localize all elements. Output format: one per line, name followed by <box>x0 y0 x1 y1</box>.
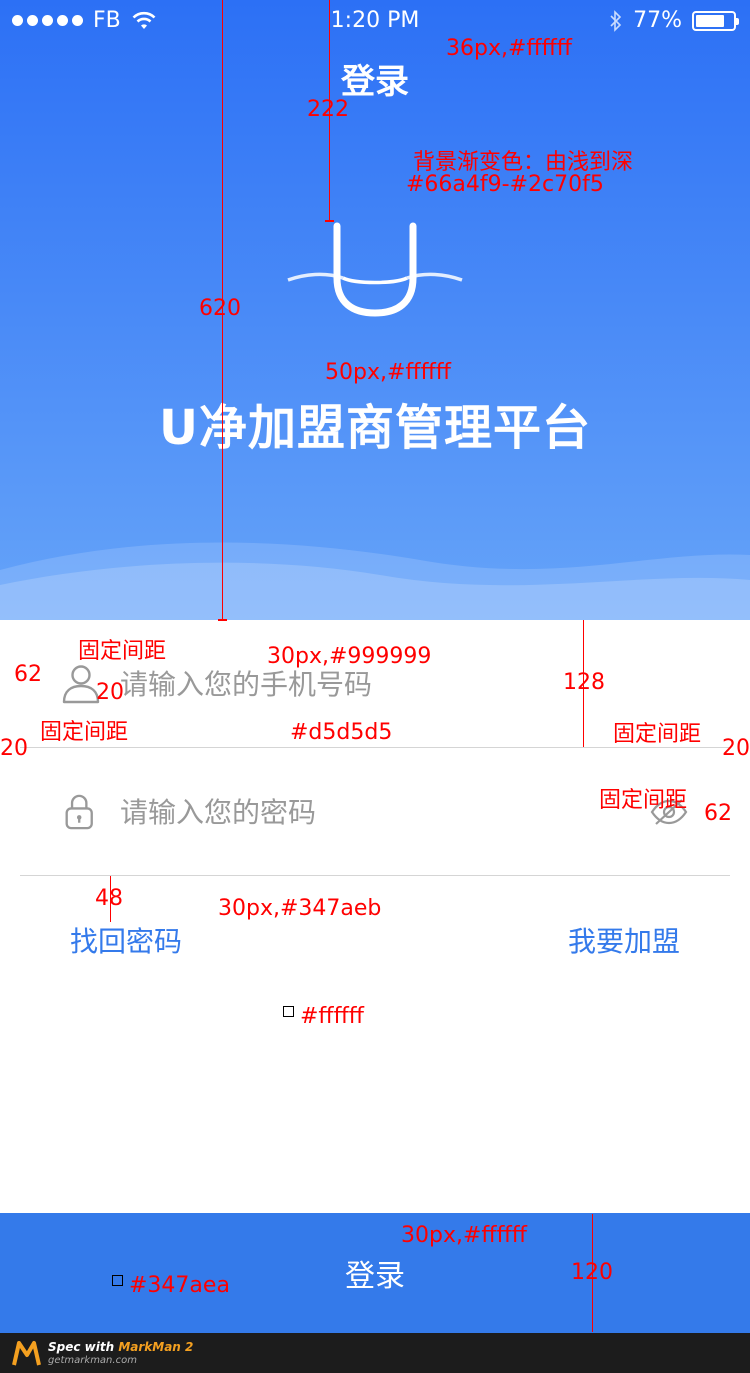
measure-tick <box>218 619 227 621</box>
page-title: 登录 <box>341 62 409 102</box>
annotation-app-name-spec: 50px,#ffffff <box>325 360 451 385</box>
markman-logo-icon <box>12 1341 41 1366</box>
markman-footer: Spec with MarkMan 2 getmarkman.com <box>0 1333 750 1373</box>
annotation-222: 222 <box>307 97 349 122</box>
app-name: U净加盟商管理平台 <box>159 400 591 456</box>
color-marker <box>283 1006 294 1017</box>
annotation-link-spec: 30px,#347aeb <box>218 896 382 921</box>
annotation-title-spec: 36px,#ffffff <box>446 36 572 61</box>
battery-icon <box>692 10 739 31</box>
annotation-button-spec: 30px,#ffffff <box>401 1223 527 1248</box>
measure-line-128 <box>583 620 584 747</box>
annotation-fixed-spacing: 固定间距 <box>40 720 129 745</box>
annotation-fixed-spacing: 固定间距 <box>78 639 167 664</box>
u-logo-icon <box>287 222 463 317</box>
lock-icon <box>65 794 93 830</box>
join-link[interactable]: 我要加盟 <box>568 920 680 960</box>
annotation-62-left: 62 <box>14 662 42 687</box>
annotation-62-right: 62 <box>704 801 732 826</box>
annotation-divider-spec: #d5d5d5 <box>290 720 393 745</box>
measure-line-48 <box>110 876 111 922</box>
markman-product: MarkMan 2 <box>118 1339 194 1354</box>
wave-decoration <box>0 542 750 620</box>
color-marker <box>112 1275 123 1286</box>
status-bar: FB 1:20 PM 77% <box>0 0 750 40</box>
measure-tick <box>325 220 334 222</box>
annotation-fixed-spacing: 固定间距 <box>599 788 688 813</box>
annotation-bg-colors: #66a4f9-#2c70f5 <box>406 172 604 197</box>
annotation-button-color: #347aea <box>129 1273 230 1298</box>
header-gradient: FB 1:20 PM 77% 登录 U净加盟商管理平台 <box>0 0 750 620</box>
markman-brand: Spec with <box>48 1339 115 1354</box>
annotation-20-right: 20 <box>722 736 750 761</box>
markman-url: getmarkman.com <box>48 1354 137 1366</box>
password-divider <box>20 875 730 876</box>
battery-percent: 77% <box>633 8 682 33</box>
login-button[interactable]: 登录 <box>0 1213 750 1333</box>
annotation-white-spec: #ffffff <box>300 1004 364 1029</box>
annotation-128: 128 <box>563 670 605 695</box>
measure-line-120 <box>592 1214 593 1332</box>
bluetooth-icon <box>610 9 622 32</box>
annotation-620: 620 <box>199 296 241 321</box>
password-input[interactable] <box>120 782 620 842</box>
forgot-password-link[interactable]: 找回密码 <box>70 920 182 960</box>
user-icon <box>62 665 100 704</box>
annotation-20-icon: 20 <box>96 680 124 705</box>
annotation-48: 48 <box>95 886 123 911</box>
annotation-fixed-spacing: 固定间距 <box>613 722 702 747</box>
annotation-placeholder-spec: 30px,#999999 <box>267 644 432 669</box>
annotation-20-left: 20 <box>0 736 28 761</box>
